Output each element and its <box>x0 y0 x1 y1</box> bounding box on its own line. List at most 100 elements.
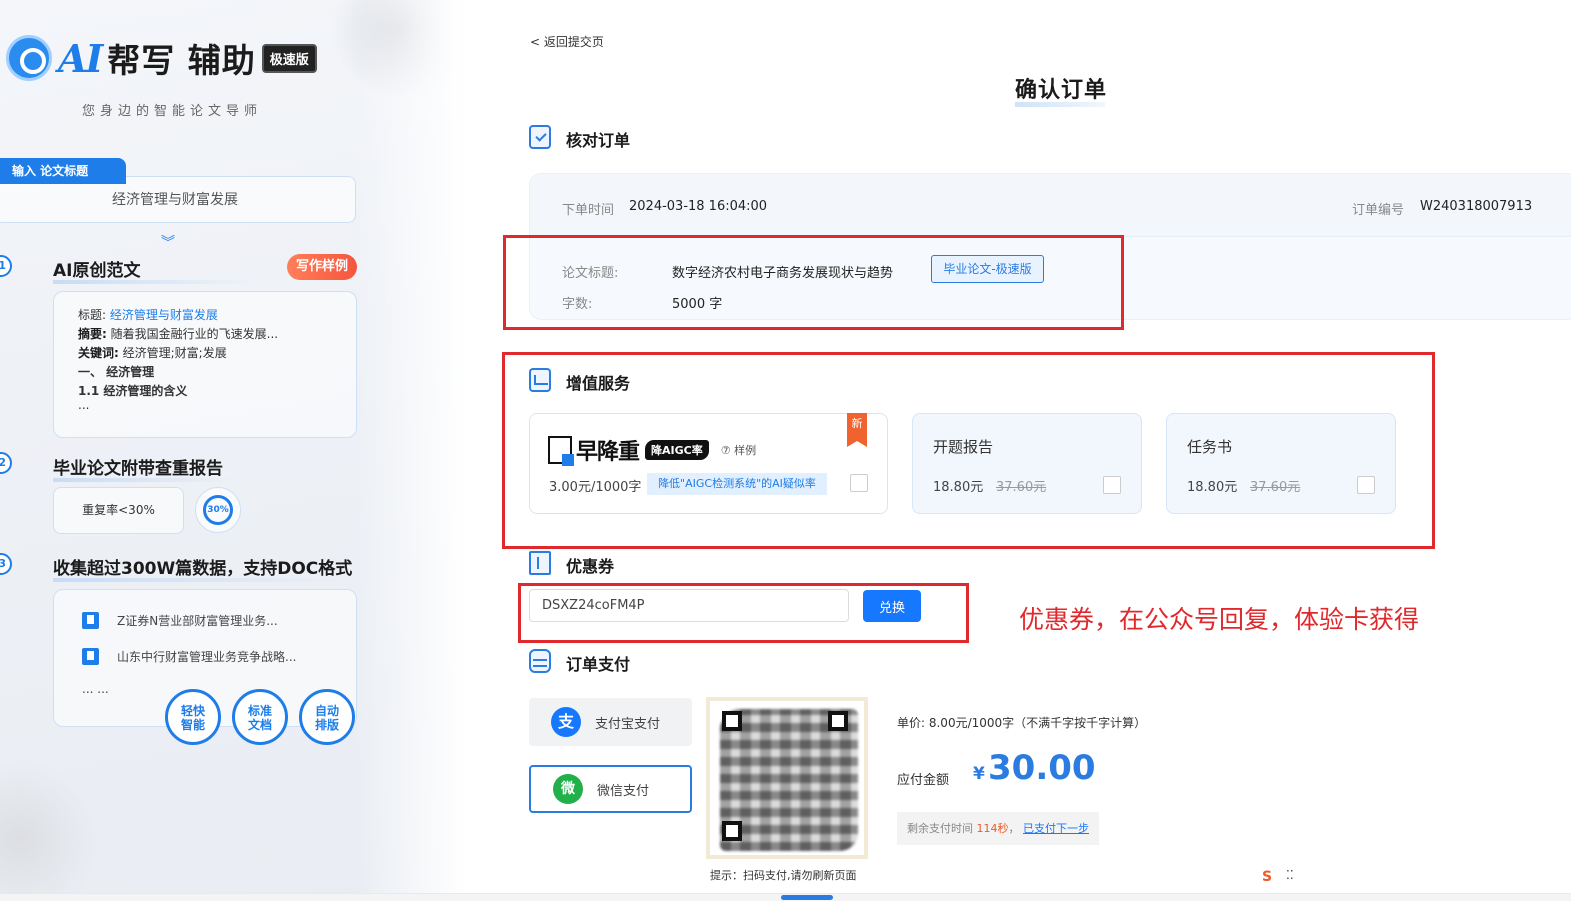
feature-circle: 标准 文档 <box>232 689 288 745</box>
paid-next-link[interactable]: 已支付下一步 <box>1023 822 1089 835</box>
menu-dots-icon[interactable]: ⁚⁚ <box>1286 868 1294 882</box>
sample-title-value: 经济管理与财富发展 <box>109 308 218 322</box>
horizontal-scrollbar[interactable] <box>0 893 1571 901</box>
service-old-price: 37.60元 <box>1250 480 1301 495</box>
coupon-annotation: 优惠券，在公众号回复，体验卡获得 <box>1019 605 1420 634</box>
step-title-text: AI原创范文 <box>53 261 141 281</box>
sample-keywords-label: 关键词: <box>78 346 119 360</box>
remaining-time-bar: 剩余支付时间 114秒， 已支付下一步 <box>897 812 1099 845</box>
coupon-icon <box>529 551 551 575</box>
app-logo: AI 帮写 辅助 极速版 <box>6 34 317 82</box>
sample-line: 1.1 经济管理的含义 <box>78 384 188 398</box>
doc-title: Z证券N营业部财富管理业务... <box>117 614 278 628</box>
sample-abstract-value: 随着我国金融行业的飞速发展... <box>110 327 279 341</box>
topic-label: 论文标题: <box>562 266 619 281</box>
step-title-text: 收集超过300W篇数据，支持DOC格式 <box>53 559 353 579</box>
sample-abstract-row: 摘要: 随着我国金融行业的飞速发展... <box>78 325 332 344</box>
step-title: AI原创范文 <box>53 256 253 284</box>
service-card-proposal[interactable]: 开题报告 18.80元 37.60元 <box>912 413 1142 514</box>
alipay-button[interactable]: 支 支付宝支付 <box>529 698 692 746</box>
slogan: 您身边的智能论文导师 <box>82 104 263 119</box>
word-count-value: 5000 字 <box>672 297 723 312</box>
dedup-brand: 早降重 降AIGC率 ⑦ 样例 <box>548 434 756 466</box>
scrollbar-thumb[interactable] <box>781 895 833 900</box>
document-icon <box>82 612 99 629</box>
dedup-logo-icon <box>548 436 574 466</box>
logo-ai-text: AI <box>58 35 103 81</box>
service-checkbox[interactable] <box>1103 476 1121 494</box>
chevron-down-icon: ︾ <box>161 235 175 251</box>
section-title-coupon: 优惠券 <box>566 557 615 576</box>
service-name: 开题报告 <box>933 438 994 456</box>
doc-item: Z证券N营业部财富管理业务... <box>82 612 278 629</box>
amount-due-label: 应付金额 <box>897 773 950 788</box>
qr-hint: 提示：扫码支付,请勿刷新页面 <box>710 869 857 882</box>
payment-icon <box>529 649 551 673</box>
left-promo-panel: AI 帮写 辅助 极速版 您身边的智能论文导师 经济管理与财富发展 输入 论文标… <box>0 0 466 901</box>
remaining-separator: ， <box>1008 822 1020 835</box>
service-checkbox[interactable] <box>1357 476 1375 494</box>
payment-qr-code <box>706 697 868 859</box>
step-title: 收集超过300W篇数据，支持DOC格式 <box>53 554 353 582</box>
sample-more: ... <box>78 398 90 412</box>
topic-value: 数字经济农村电子商务发展现状与趋势 <box>672 266 894 281</box>
order-time: 2024-03-18 16:04:00 <box>629 199 768 214</box>
input-method-icon[interactable]: S <box>1262 869 1272 885</box>
magnifier-robot-icon <box>6 35 52 81</box>
service-card-task[interactable]: 任务书 18.80元 37.60元 <box>1166 413 1396 514</box>
new-badge: 新 <box>847 413 867 447</box>
wechat-pay-button[interactable]: 微 微信支付 <box>529 765 692 813</box>
word-count-label: 字数: <box>562 297 593 312</box>
doc-title: 山东中行财富管理业务竞争战略... <box>117 650 297 664</box>
dedup-price: 3.00元/1000字 <box>549 480 642 495</box>
qr-finder <box>828 711 848 731</box>
sample-badge: 写作样例 <box>287 254 357 280</box>
ring-label: 30% <box>203 495 233 525</box>
back-link[interactable]: < 返回提交页 <box>530 33 604 50</box>
title-underline <box>53 478 233 482</box>
section-title-verify: 核对订单 <box>566 131 631 150</box>
service-name: 任务书 <box>1187 438 1233 456</box>
title-underline <box>53 280 253 284</box>
doc-item: 山东中行财富管理业务竞争战略... <box>82 648 296 665</box>
step-title-text: 毕业论文附带查重报告 <box>53 459 223 479</box>
decorative-blob <box>0 760 100 901</box>
dedup-note: 降低"AIGC检测系统"的AI疑似率 <box>647 473 827 495</box>
logo-badge: 极速版 <box>261 43 317 73</box>
dedup-brand-text: 早降重 <box>576 440 640 465</box>
step-number: 1 <box>0 255 12 277</box>
step-number: 3 <box>0 553 12 575</box>
repeat-rate-ring: 30% <box>195 487 241 533</box>
logo-text: 帮写 辅助 <box>107 41 256 80</box>
step-title: 毕业论文附带查重报告 <box>53 454 233 482</box>
unit-price: 单价: 8.00元/1000字（不满千字按千字计算） <box>897 716 1147 730</box>
document-icon <box>82 648 99 665</box>
service-price: 18.80元 <box>933 480 984 495</box>
panel-fade <box>356 0 466 901</box>
repeat-rate-box: 重复率<30% <box>53 487 184 534</box>
input-tag: 输入 论文标题 <box>0 158 126 184</box>
sample-link[interactable]: ⑦ 样例 <box>721 442 756 458</box>
coupon-input[interactable] <box>529 589 849 622</box>
dedup-tag: 降AIGC率 <box>645 440 709 460</box>
title-underline <box>53 578 343 582</box>
qr-finder <box>722 711 742 731</box>
sample-line: 一、 经济管理 <box>78 365 155 379</box>
remaining-seconds: 114秒 <box>976 822 1009 835</box>
order-time-label: 下单时间 <box>562 203 615 218</box>
alipay-icon: 支 <box>551 707 581 737</box>
redeem-button[interactable]: 兑换 <box>863 590 921 622</box>
service-price: 18.80元 <box>1187 480 1238 495</box>
service-old-price: 37.60元 <box>996 480 1047 495</box>
sample-keywords-row: 关键词: 经济管理;财富;发展 <box>78 344 332 363</box>
page-title: 确认订单 <box>1015 72 1107 107</box>
sample-title-row: 标题: 经济管理与财富发展 <box>78 306 332 325</box>
wechat-label: 微信支付 <box>597 783 650 799</box>
order-no-label: 订单编号 <box>1352 203 1405 218</box>
docs-more: ... ... <box>82 682 109 696</box>
service-checkbox[interactable] <box>850 474 868 492</box>
qr-finder <box>722 821 742 841</box>
remaining-label: 剩余支付时间 <box>907 822 973 835</box>
product-tag: 毕业论文-极速版 <box>931 255 1044 283</box>
order-no: W240318007913 <box>1420 199 1533 214</box>
